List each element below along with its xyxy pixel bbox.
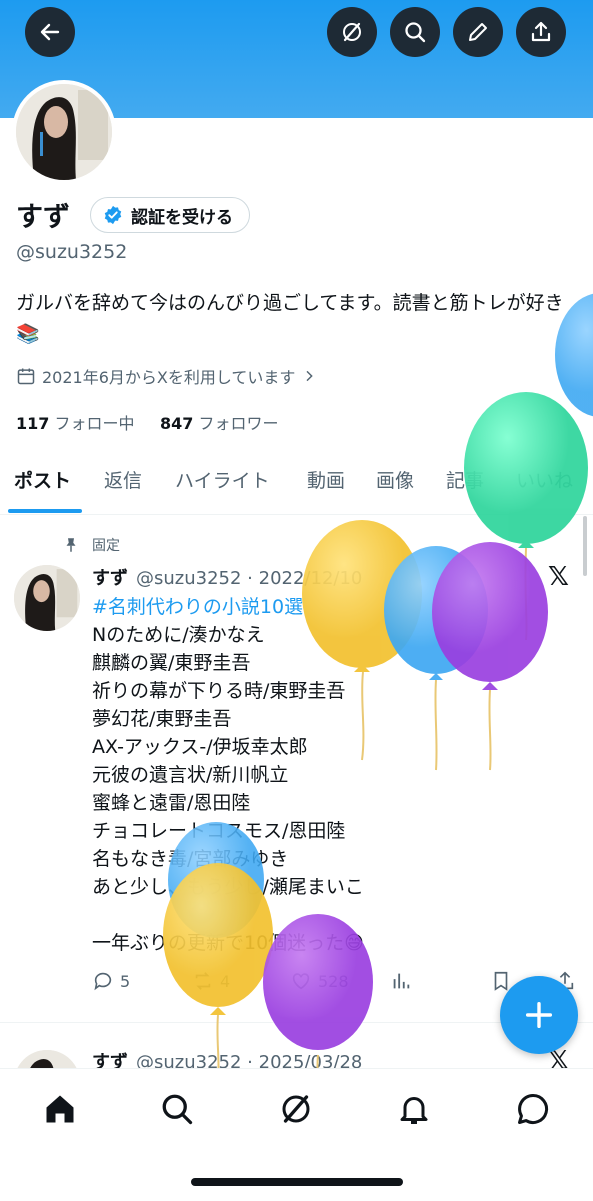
bell-icon[interactable]: [396, 1091, 432, 1127]
follow-stats: 117 フォロー中 847 フォロワー: [16, 410, 278, 434]
home-indicator: [191, 1178, 403, 1186]
scrollbar[interactable]: [583, 516, 587, 576]
followers-count: 847: [159, 414, 194, 433]
post-author-name[interactable]: すず: [92, 568, 128, 589]
home-icon[interactable]: [42, 1091, 78, 1127]
tab-videos[interactable]: 動画: [307, 466, 345, 493]
reply-icon: [94, 972, 112, 991]
share-icon: [531, 21, 551, 42]
post-line: AX-アックス-/伊坂幸太郎: [92, 736, 308, 758]
search-icon: [405, 22, 426, 43]
search-icon[interactable]: [159, 1091, 195, 1127]
post-line: 祈りの幕が下りる時/東野圭吾: [92, 680, 346, 702]
tab-likes[interactable]: いいね: [516, 466, 573, 493]
balloon-purple: [432, 542, 548, 771]
post-handle-date: @suzu3252 · 2022/12/10: [136, 568, 363, 589]
profile-avatar[interactable]: [12, 80, 116, 184]
like-count: 528: [318, 971, 349, 991]
calendar-icon: [17, 368, 35, 385]
tab-replies[interactable]: 返信: [104, 466, 142, 493]
views-button[interactable]: [390, 970, 412, 992]
profile-bio: ガルバを辞めて今はのんびり過ごしてます。読書と筋トレが好き📚: [16, 292, 564, 345]
active-tab-indicator: [8, 509, 82, 513]
chevron-right-icon: [306, 370, 314, 382]
search-button[interactable]: [390, 7, 440, 57]
pin-icon: [66, 538, 76, 552]
post-line: 夢幻花/東野圭吾: [92, 708, 232, 730]
repost-count: 4: [220, 971, 231, 991]
reply-button[interactable]: 5: [92, 970, 130, 992]
tab-media[interactable]: 画像: [376, 466, 414, 493]
profile-handle: @suzu3252: [16, 241, 128, 263]
post-line: 元彼の遺言状/新川帆立: [92, 764, 289, 786]
share-button[interactable]: [516, 7, 566, 57]
back-button[interactable]: [25, 7, 75, 57]
post-line: 蜜蜂と遠雷/恩田陸: [92, 792, 251, 814]
repost-icon: [195, 972, 211, 990]
x-logo-icon: 𝕏: [548, 562, 569, 592]
edit-icon: [469, 23, 487, 41]
reply-count: 5: [120, 971, 131, 991]
grok-icon: [343, 22, 361, 42]
views-icon: [393, 973, 410, 989]
balloon-blue: [384, 546, 488, 771]
tab-posts[interactable]: ポスト: [14, 466, 71, 493]
grok-button[interactable]: [327, 7, 377, 57]
post-line: チョコレートコスモス/恩田陸: [92, 820, 346, 842]
post-line: Nのために/湊かなえ: [92, 624, 265, 646]
edit-button[interactable]: [453, 7, 503, 57]
following-count: 117: [16, 414, 50, 433]
heart-icon: [292, 973, 310, 990]
post-actions: 5 4 528: [92, 970, 574, 1000]
post-text: #名刺代わりの小説10選 Nのために/湊かなえ 麒麟の翼/東野圭吾 祈りの幕が下…: [92, 593, 364, 957]
joined-text: 2021年6月からXを利用しています: [42, 368, 296, 387]
profile-name: すず: [16, 202, 70, 233]
post-line: 麒麟の翼/東野圭吾: [92, 652, 251, 674]
following-link[interactable]: 117 フォロー中: [16, 414, 135, 433]
plus-icon: [525, 1001, 553, 1029]
post-line: 一年ぶりの更新で10個迷った😅: [92, 932, 364, 954]
post-hashtag[interactable]: #名刺代わりの小説10選: [92, 593, 364, 621]
followers-label: フォロワー: [198, 414, 279, 433]
following-label: フォロー中: [54, 414, 135, 433]
followers-link[interactable]: 847 フォロワー: [160, 414, 279, 433]
tab-articles[interactable]: 記事: [446, 466, 484, 493]
get-verified-label: 認証を受ける: [131, 207, 233, 228]
post-header: すず @suzu3252 · 2022/12/10: [92, 564, 362, 590]
like-button[interactable]: 528: [290, 970, 349, 992]
post-avatar[interactable]: [14, 565, 80, 631]
pinned-label: 固定: [92, 538, 120, 554]
back-arrow-icon: [40, 23, 60, 41]
balloon-green: [464, 392, 588, 641]
joined-date[interactable]: 2021年6月からXを利用しています: [16, 364, 317, 388]
pinned-indicator: 固定: [62, 535, 120, 555]
verified-badge-icon: [104, 205, 122, 225]
profile-tabs: ポスト 返信 ハイライト 動画 画像 記事 いいね: [0, 458, 593, 515]
tab-highlights[interactable]: ハイライト: [175, 466, 270, 493]
repost-button[interactable]: 4: [192, 970, 230, 992]
chat-icon[interactable]: [515, 1091, 551, 1127]
grok-icon[interactable]: [278, 1091, 314, 1127]
post-line: あと少し、もう少し/瀬尾まいこ: [92, 876, 364, 898]
compose-post-button[interactable]: [500, 976, 578, 1054]
post-line: 名もなき毒/宮部みゆき: [92, 848, 289, 870]
post-line-blank: [92, 901, 364, 929]
get-verified-button[interactable]: 認証を受ける: [90, 197, 250, 233]
